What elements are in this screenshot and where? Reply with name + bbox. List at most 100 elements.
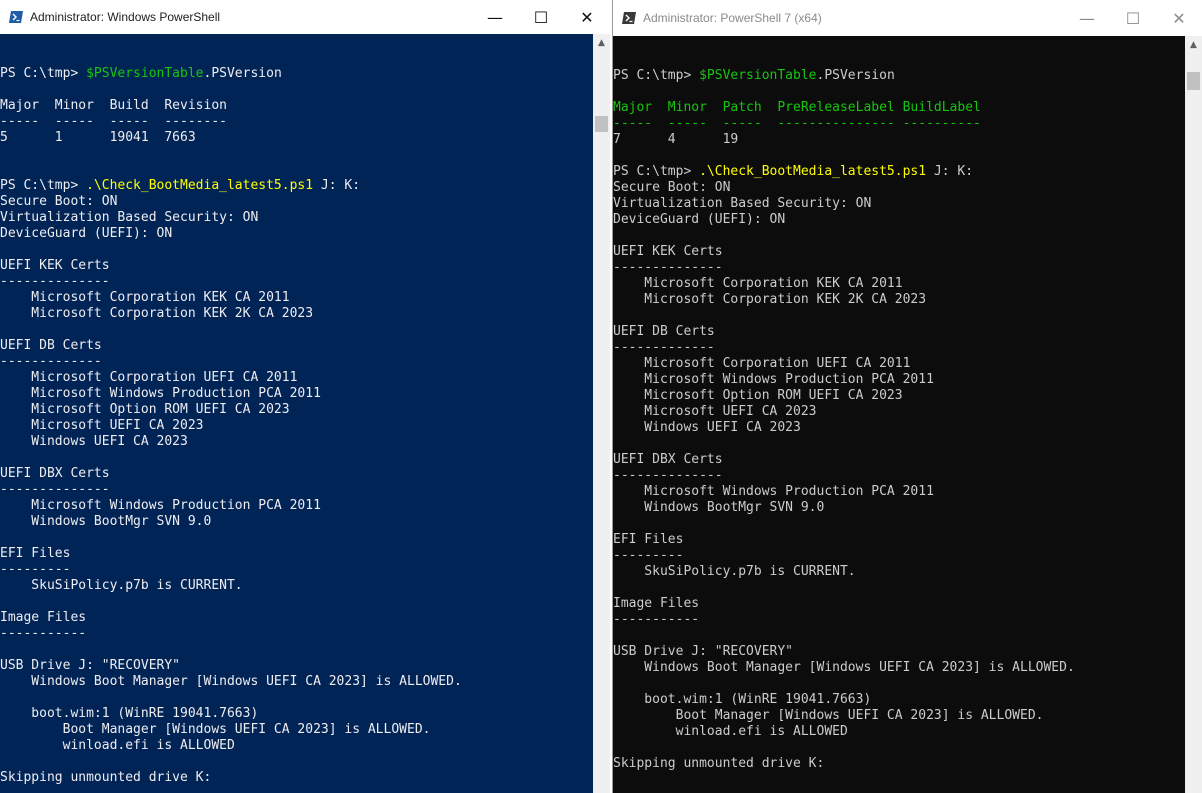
console-line: --------------: [613, 468, 1185, 484]
console-line: Windows Boot Manager [Windows UEFI CA 20…: [0, 674, 593, 690]
console-line: PS C:\tmp> .\Check_BootMedia_latest5.ps1…: [613, 164, 1185, 180]
maximize-button[interactable]: ☐: [1110, 0, 1156, 36]
title-bar[interactable]: Administrator: Windows PowerShell — ☐ ✕: [0, 0, 610, 34]
output-text: ----- ----- ----- --------------- ------…: [613, 116, 981, 131]
scroll-up-icon[interactable]: ▲: [1185, 36, 1202, 53]
console-line: ---------: [613, 548, 1185, 564]
maximize-button[interactable]: ☐: [518, 0, 564, 34]
powershell-7-window[interactable]: Administrator: PowerShell 7 (x64) — ☐ ✕ …: [612, 0, 1202, 793]
output-text: Boot Manager [Windows UEFI CA 2023] is A…: [0, 722, 431, 737]
console-line: Windows UEFI CA 2023: [0, 434, 593, 450]
window-title: Administrator: PowerShell 7 (x64): [643, 11, 822, 25]
console-line: Microsoft Windows Production PCA 2011: [0, 498, 593, 514]
output-text: DeviceGuard (UEFI): ON: [613, 212, 786, 227]
console-line: Microsoft Option ROM UEFI CA 2023: [613, 388, 1185, 404]
console-line: USB Drive J: "RECOVERY": [0, 658, 593, 674]
output-text: 7 4 19: [613, 132, 739, 147]
output-text: Windows UEFI CA 2023: [613, 420, 801, 435]
console-line: ----- ----- ----- --------: [0, 114, 593, 130]
console-line: 7 4 19: [613, 132, 1185, 148]
vertical-scrollbar[interactable]: ▲: [1185, 36, 1202, 793]
output-text: .PSVersion: [816, 68, 895, 83]
output-text: J: K:: [926, 164, 974, 179]
console-line: UEFI DBX Certs: [0, 466, 593, 482]
console-line: EFI Files: [0, 546, 593, 562]
output-text: Virtualization Based Security: ON: [613, 196, 872, 211]
console-line: Boot Manager [Windows UEFI CA 2023] is A…: [613, 708, 1185, 724]
console-line: boot.wim:1 (WinRE 19041.7663): [613, 692, 1185, 708]
console-line: Microsoft Corporation KEK 2K CA 2023: [0, 306, 593, 322]
title-bar[interactable]: Administrator: PowerShell 7 (x64) — ☐ ✕: [613, 0, 1202, 36]
console-line: PS C:\tmp> .\Check_BootMedia_latest5.ps1…: [0, 178, 593, 194]
output-text: .PSVersion: [203, 66, 282, 81]
console-line: Boot Manager [Windows UEFI CA 2023] is A…: [0, 722, 593, 738]
output-text: Major Minor Build Revision: [0, 98, 227, 113]
minimize-button[interactable]: —: [1064, 0, 1110, 36]
output-text: Microsoft Option ROM UEFI CA 2023: [613, 388, 903, 403]
output-text: SkuSiPolicy.p7b is CURRENT.: [0, 578, 243, 593]
console-line: Microsoft Windows Production PCA 2011: [0, 386, 593, 402]
minimize-button[interactable]: —: [472, 0, 518, 34]
windows-powershell-window[interactable]: Administrator: Windows PowerShell — ☐ ✕ …: [0, 0, 610, 793]
console-line: --------------: [0, 482, 593, 498]
console-line: Image Files: [613, 596, 1185, 612]
output-text: USB Drive J: "RECOVERY": [0, 658, 181, 673]
console-line: UEFI DB Certs: [613, 324, 1185, 340]
output-text: Skipping unmounted drive K:: [0, 770, 212, 785]
vertical-scrollbar[interactable]: ▲: [593, 34, 610, 793]
output-text: Microsoft Windows Production PCA 2011: [613, 372, 934, 387]
console-line: Major Minor Build Revision: [0, 98, 593, 114]
output-text: boot.wim:1 (WinRE 19041.7663): [0, 706, 259, 721]
console-line: boot.wim:1 (WinRE 19041.7663): [0, 706, 593, 722]
console-output[interactable]: PS C:\tmp> $PSVersionTable.PSVersion Majo…: [613, 36, 1185, 793]
output-text: Windows BootMgr SVN 9.0: [0, 514, 212, 529]
output-text: PS C:\tmp>: [0, 178, 87, 193]
scrollbar-thumb[interactable]: [1187, 72, 1200, 90]
console-line: Windows BootMgr SVN 9.0: [0, 514, 593, 530]
output-text: SkuSiPolicy.p7b is CURRENT.: [613, 564, 856, 579]
output-text: --------------: [0, 482, 110, 497]
console-line: --------------: [613, 260, 1185, 276]
console-line: Microsoft Windows Production PCA 2011: [613, 484, 1185, 500]
console-output[interactable]: PS C:\tmp> $PSVersionTable.PSVersion Majo…: [0, 34, 593, 793]
close-button[interactable]: ✕: [564, 0, 610, 34]
console-line: -----------: [0, 626, 593, 642]
output-text: Microsoft Windows Production PCA 2011: [613, 484, 934, 499]
console-line: winload.efi is ALLOWED: [613, 724, 1185, 740]
variable-text: $PSVersionTable: [699, 68, 817, 83]
output-text: Microsoft UEFI CA 2023: [613, 404, 817, 419]
output-text: PS C:\tmp>: [0, 66, 87, 81]
console-line: ----- ----- ----- --------------- ------…: [613, 116, 1185, 132]
output-text: boot.wim:1 (WinRE 19041.7663): [613, 692, 872, 707]
output-text: Skipping unmounted drive K:: [613, 756, 825, 771]
output-text: -----------: [0, 626, 87, 641]
output-text: Virtualization Based Security: ON: [0, 210, 259, 225]
output-text: Windows Boot Manager [Windows UEFI CA 20…: [0, 674, 462, 689]
console-line: SkuSiPolicy.p7b is CURRENT.: [613, 564, 1185, 580]
console-line: Microsoft Option ROM UEFI CA 2023: [0, 402, 593, 418]
window-title: Administrator: Windows PowerShell: [30, 10, 221, 24]
output-text: UEFI DB Certs: [613, 324, 715, 339]
console-line: Microsoft UEFI CA 2023: [0, 418, 593, 434]
console-line: Microsoft Corporation KEK CA 2011: [0, 290, 593, 306]
output-text: EFI Files: [0, 546, 71, 561]
console-line: Microsoft Windows Production PCA 2011: [613, 372, 1185, 388]
output-text: USB Drive J: "RECOVERY": [613, 644, 794, 659]
scrollbar-thumb[interactable]: [595, 116, 608, 132]
close-button[interactable]: ✕: [1156, 0, 1202, 36]
console-line: Virtualization Based Security: ON: [0, 210, 593, 226]
output-text: PS C:\tmp>: [613, 68, 700, 83]
output-text: DeviceGuard (UEFI): ON: [0, 226, 173, 241]
scroll-up-icon[interactable]: ▲: [593, 34, 610, 51]
output-text: Microsoft Corporation UEFI CA 2011: [0, 370, 298, 385]
